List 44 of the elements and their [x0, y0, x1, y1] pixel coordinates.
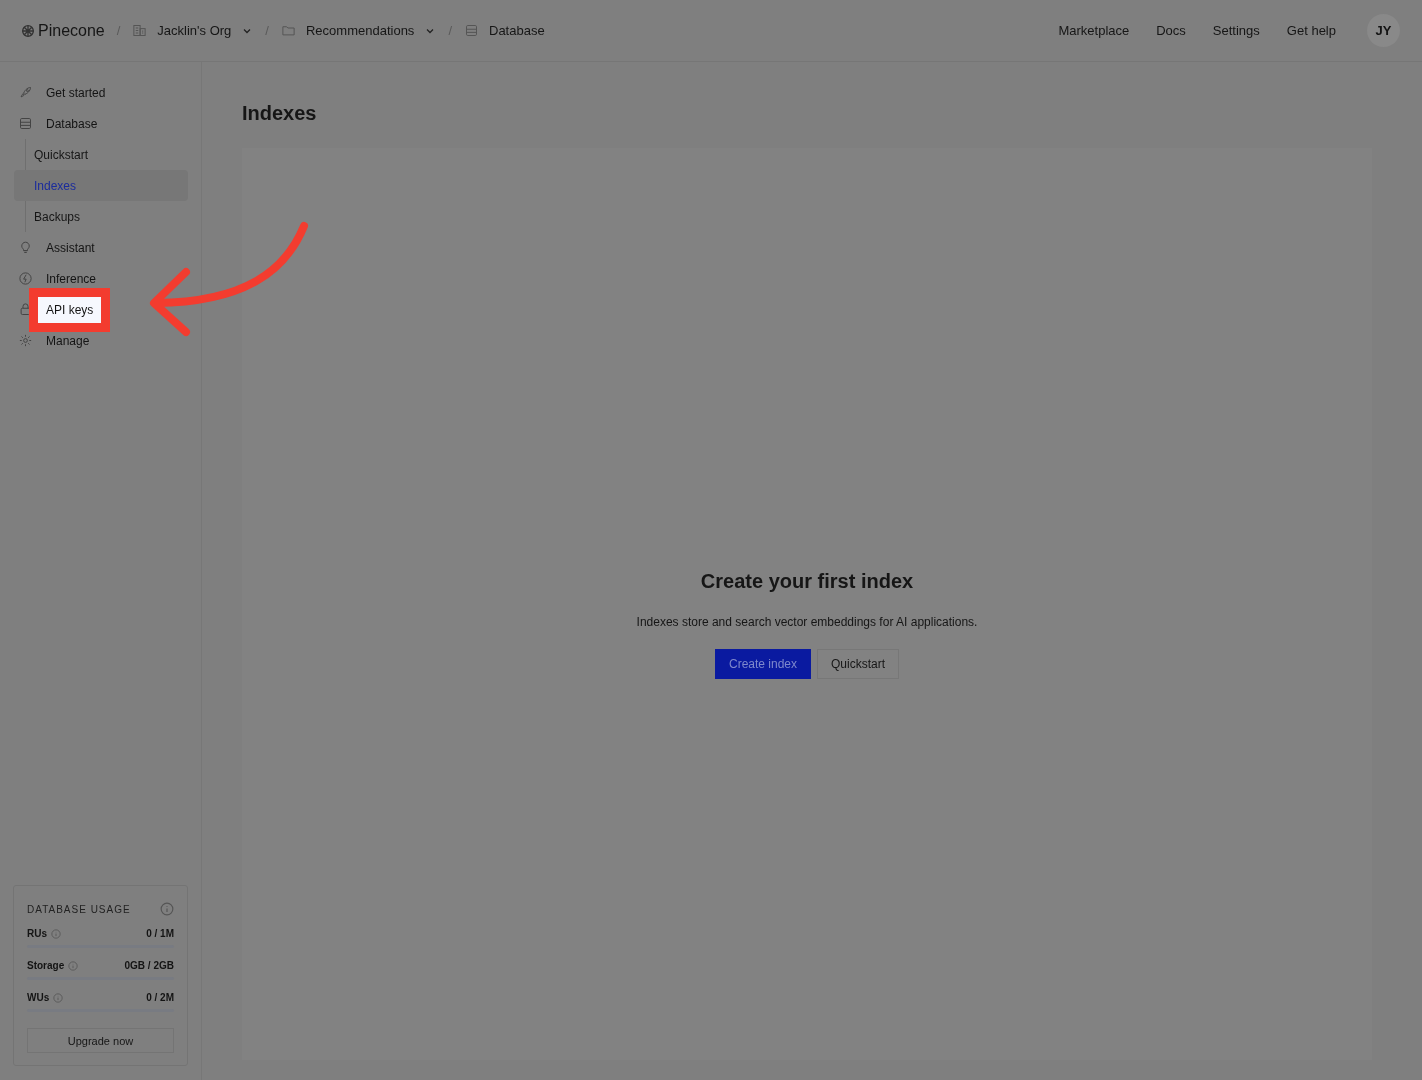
empty-state-heading: Create your first index	[700, 569, 914, 593]
folder-icon	[281, 23, 296, 38]
metric-name: Storage	[27, 960, 65, 971]
database-icon	[18, 116, 33, 131]
upgrade-button[interactable]: Upgrade now	[27, 1028, 174, 1053]
metric-reading: 0 / 1M	[146, 928, 174, 939]
database-icon	[464, 23, 479, 38]
logo-icon	[20, 22, 36, 39]
metric-name: WUs	[27, 992, 50, 1003]
create-index-button[interactable]: Create index	[714, 648, 811, 679]
sidebar-item[interactable]: Get started	[46, 85, 106, 100]
breadcrumb-link[interactable]: Jacklin's Org	[157, 23, 232, 38]
sidebar-item[interactable]: Manage	[46, 333, 90, 348]
nav-link[interactable]: Docs	[1156, 23, 1186, 38]
sidebar-item[interactable]: Assistant	[46, 240, 95, 255]
metric-reading: 0GB / 2GB	[124, 960, 174, 971]
breadcrumb-separator: /	[116, 23, 121, 38]
sidebar-subitem[interactable]: Quickstart	[14, 139, 188, 170]
metric-reading: 0 / 2M	[146, 992, 174, 1003]
user-avatar[interactable]: JY	[1367, 14, 1400, 47]
nav-link[interactable]: Get help	[1286, 23, 1336, 38]
info-icon	[51, 928, 61, 939]
page-title: Indexes	[242, 102, 318, 125]
lightbulb-icon	[18, 240, 33, 255]
building-icon	[132, 23, 148, 38]
info-icon	[160, 902, 174, 916]
info-icon	[68, 960, 79, 971]
nav-link[interactable]: Settings	[1212, 23, 1260, 38]
sidebar-subitem[interactable]: Backups	[14, 201, 188, 232]
breadcrumb-link[interactable]: Recommendations	[306, 23, 415, 38]
brand-name: Pinecone	[38, 21, 105, 40]
metric-name: RUs	[27, 928, 47, 939]
breadcrumb-separator: /	[265, 23, 269, 38]
breadcrumb-separator: /	[448, 23, 452, 38]
sidebar-item[interactable]: Inference	[46, 271, 97, 286]
lightning-icon	[18, 271, 33, 286]
info-icon	[53, 992, 64, 1003]
quickstart-button[interactable]: Quickstart	[817, 648, 900, 679]
sidebar-item[interactable]: Database	[46, 116, 98, 131]
empty-state-text: Indexes store and search vector embeddings for AI applications.	[636, 614, 978, 629]
usage-title: DATABASE USAGE	[27, 903, 131, 915]
breadcrumb-link[interactable]: Database	[489, 23, 545, 38]
sidebar-subitem[interactable]: Indexes	[14, 170, 188, 201]
nav-link[interactable]: Marketplace	[1058, 23, 1130, 38]
